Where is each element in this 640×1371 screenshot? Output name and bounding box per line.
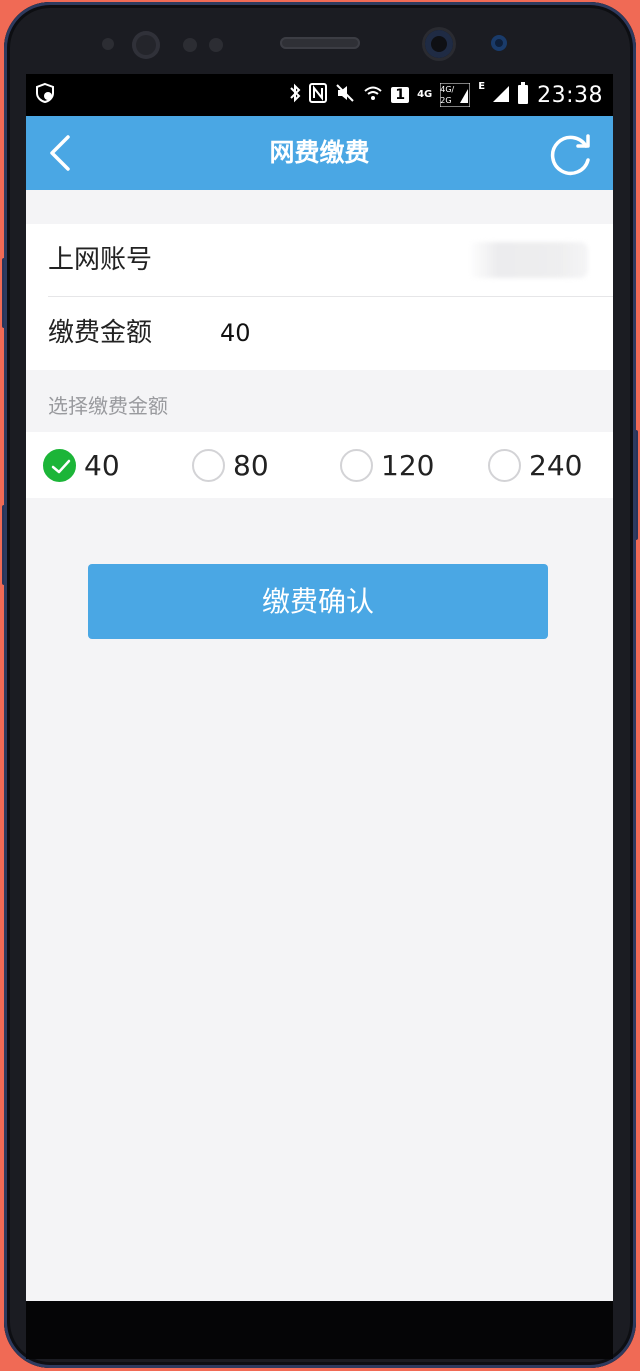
- page-title: 网费缴费: [269, 138, 370, 167]
- amount-option-120[interactable]: 120: [340, 432, 434, 498]
- confirm-payment-button[interactable]: 缴费确认: [88, 564, 548, 639]
- sim-1-icon: 1: [391, 87, 410, 103]
- battery-icon: [517, 82, 529, 108]
- app-screen: 1 4G 4G/2G E 23:38 网费缴费 上网账号 缴费金额 40 选择缴…: [26, 74, 613, 1301]
- earpiece-speaker: [280, 37, 360, 49]
- option-label: 40: [84, 448, 120, 482]
- option-label: 240: [529, 448, 583, 482]
- amount-value: 40: [220, 319, 251, 347]
- radio-unchecked-icon[interactable]: [192, 448, 225, 482]
- front-camera: [425, 30, 453, 58]
- radio-unchecked-icon[interactable]: [488, 448, 521, 482]
- amount-label: 缴费金额: [48, 318, 153, 348]
- network-4g-label: 4G: [417, 89, 433, 100]
- account-row: 上网账号: [26, 224, 613, 297]
- signal-4g-icon: 4G/2G: [440, 83, 471, 107]
- account-value-blurred: [468, 242, 588, 278]
- phone-top-bezel: [4, 2, 636, 77]
- status-time: 23:38: [537, 82, 603, 108]
- radio-checked-icon[interactable]: [43, 448, 76, 482]
- wifi-icon: [363, 83, 383, 107]
- light-sensor: [183, 38, 197, 52]
- option-label: 120: [381, 448, 435, 482]
- account-label: 上网账号: [48, 245, 153, 275]
- shield-icon: [34, 82, 58, 106]
- amount-option-80[interactable]: 80: [192, 432, 269, 498]
- refresh-icon: [550, 134, 590, 176]
- status-icons: 1 4G 4G/2G E 23:38: [289, 74, 603, 116]
- amount-option-40[interactable]: 40: [43, 432, 120, 498]
- iris-camera: [491, 35, 507, 51]
- payment-form: 上网账号 缴费金额 40: [26, 224, 613, 370]
- signal-e-icon: [493, 84, 510, 106]
- option-label: 80: [233, 448, 269, 482]
- radio-unchecked-icon[interactable]: [340, 448, 373, 482]
- amount-options: 40 80 120 240: [26, 432, 613, 498]
- amount-row: 缴费金额 40: [26, 297, 613, 370]
- iris-sensor: [132, 31, 160, 59]
- status-bar: 1 4G 4G/2G E 23:38: [26, 74, 613, 116]
- bluetooth-icon: [289, 82, 301, 108]
- nfc-icon: [309, 83, 328, 107]
- network-e-label: E: [478, 81, 486, 92]
- light-sensor-2: [209, 38, 223, 52]
- proximity-sensor: [102, 38, 114, 50]
- phone-bottom-bezel: [26, 1301, 613, 1359]
- app-header: 网费缴费: [26, 116, 613, 190]
- mute-icon: [335, 83, 355, 107]
- select-amount-label: 选择缴费金额: [48, 394, 168, 418]
- amount-option-240[interactable]: 240: [488, 432, 582, 498]
- refresh-button[interactable]: [548, 132, 594, 176]
